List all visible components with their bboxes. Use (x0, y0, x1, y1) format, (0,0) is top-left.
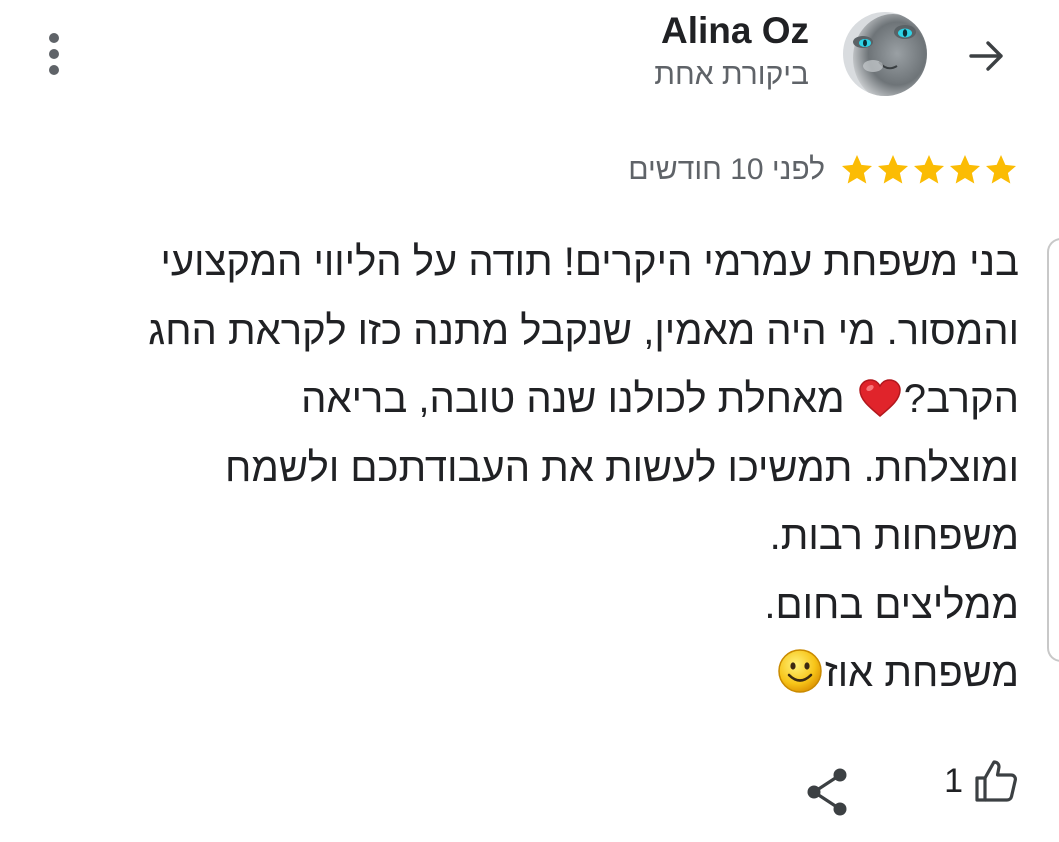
more-vert-icon (49, 33, 59, 43)
review-page: Alina Oz ביקורת אחת לפני 10 חודשים בני מ… (0, 0, 1059, 842)
rating-row: לפני 10 חודשים (628, 152, 1019, 188)
review-date: לפני 10 חודשים (628, 153, 825, 186)
star-icon (986, 155, 1016, 184)
review-line: בני משפחת עמרמי היקרים! תודה על הליווי ה… (160, 240, 1020, 284)
share-icon (807, 768, 847, 816)
star-icon (950, 155, 980, 184)
back-button[interactable] (958, 28, 1016, 84)
arrow-back-icon (969, 41, 1003, 71)
star-icon (842, 155, 872, 184)
review-line: ומוצלחת. תמשיכו לעשות את העבודתכם ולשמח (225, 445, 1019, 490)
scroll-edge-indicator (1047, 238, 1059, 662)
review-line: ממליצים בחום. (764, 582, 1019, 627)
review-line: משפחת אוז (29, 639, 1019, 708)
review-text: בני משפחת עמרמי היקרים! תודה על הליווי ה… (29, 228, 1019, 708)
avatar[interactable] (843, 12, 927, 96)
review-line-text: הקרב? (903, 377, 1019, 421)
star-rating (839, 152, 1019, 188)
avatar-image (843, 12, 927, 96)
share-button[interactable] (804, 766, 852, 818)
like-button[interactable]: 1 (944, 758, 1019, 804)
star-icon (878, 155, 908, 184)
review-line: משפחות רבות. (769, 514, 1019, 558)
review-line-text: משפחת אוז (824, 651, 1019, 695)
author-name[interactable]: Alina Oz (661, 10, 809, 52)
more-options-button[interactable] (34, 28, 74, 80)
review-line: הקרב? מאחלת לכולנו שנה טובה, בריאה (29, 365, 1019, 434)
heart-emoji-icon (858, 379, 901, 417)
star-icon (914, 155, 944, 184)
smile-emoji-icon (778, 649, 822, 693)
author-review-count: ביקורת אחת (654, 58, 809, 91)
like-count: 1 (944, 761, 963, 800)
review-line-text: מאחלת לכולנו שנה טובה, בריאה (301, 377, 856, 421)
review-line: והמסור. מי היה מאמין, שנקבל מתנה כזו לקר… (148, 308, 1019, 353)
thumb-up-icon (975, 760, 1017, 802)
